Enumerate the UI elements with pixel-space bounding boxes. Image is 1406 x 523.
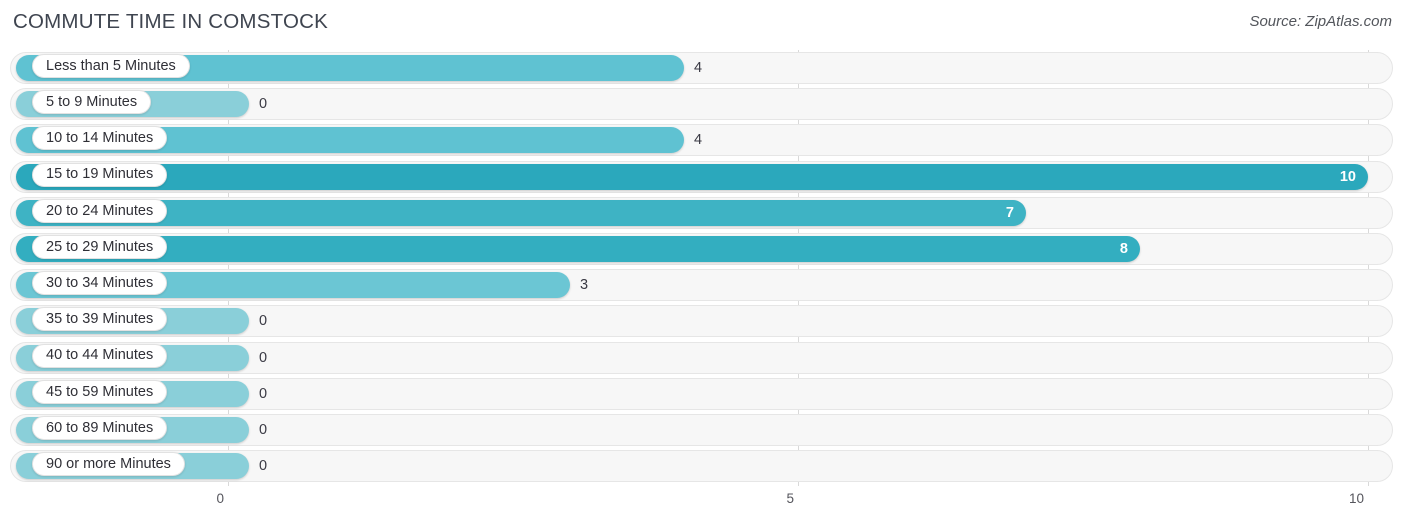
category-label-capsule[interactable]: 5 to 9 Minutes (32, 90, 152, 115)
bar-value-label: 7 (1005, 204, 1014, 221)
source-attribution: Source: ZipAtlas.com (1249, 13, 1392, 30)
bar-value-label: 8 (1119, 241, 1128, 257)
category-label: 35 to 39 Minutes (46, 311, 154, 328)
chart-row[interactable]: 7 20 to 24 Minutes (0, 196, 1406, 229)
bar-value-label: 0 (259, 313, 268, 330)
chart-row[interactable]: 4 10 to 14 Minutes (0, 124, 1406, 157)
chart-row[interactable]: 0 90 or more Minutes (0, 450, 1406, 483)
category-label-capsule[interactable]: 40 to 44 Minutes (32, 343, 168, 368)
value-bar[interactable]: 7 (16, 199, 1026, 226)
category-label-capsule[interactable]: 35 to 39 Minutes (32, 307, 168, 332)
chart-row[interactable]: 0 40 to 44 Minutes (0, 341, 1406, 374)
page-title: COMMUTE TIME IN COMSTOCK (13, 10, 328, 33)
chart-row[interactable]: 10 15 to 19 Minutes (0, 160, 1406, 193)
category-label: 40 to 44 Minutes (46, 347, 154, 364)
category-label: 20 to 24 Minutes (46, 202, 154, 219)
category-label-capsule[interactable]: 60 to 89 Minutes (32, 416, 168, 440)
bar-value-label: 0 (259, 96, 268, 113)
bar-value-label: 0 (259, 349, 268, 366)
bar-value-label: 4 (694, 132, 703, 149)
value-bar[interactable]: 10 (16, 163, 1368, 190)
bar-value-label: 0 (259, 458, 268, 475)
chart-row[interactable]: 8 25 to 29 Minutes (0, 233, 1406, 265)
chart-row[interactable]: 3 30 to 34 Minutes (0, 269, 1406, 302)
x-axis: 0 5 10 (0, 486, 1406, 523)
bar-value-label: 0 (259, 422, 268, 438)
x-tick-label-10: 10 (1348, 491, 1364, 506)
category-label-capsule[interactable]: 45 to 59 Minutes (32, 379, 168, 404)
x-tick-label-5: 5 (786, 491, 794, 506)
value-bar[interactable]: 8 (16, 236, 1140, 262)
category-label-capsule[interactable]: 30 to 34 Minutes (32, 271, 168, 296)
chart-plot-area: 4 Less than 5 Minutes 0 5 to 9 Minutes 4 10 t… (0, 46, 1406, 486)
bar-value-label: 4 (694, 60, 703, 76)
bar-value-label: 0 (259, 385, 268, 402)
category-label-capsule[interactable]: 15 to 19 Minutes (32, 162, 168, 187)
bar-value-label: 10 (1339, 168, 1356, 185)
bar-value-label: 3 (580, 277, 589, 294)
chart-row[interactable]: 0 45 to 59 Minutes (0, 377, 1406, 410)
category-label: 5 to 9 Minutes (46, 93, 138, 110)
chart-row[interactable]: 4 Less than 5 Minutes (0, 52, 1406, 84)
category-label: 30 to 34 Minutes (46, 274, 154, 291)
chart-row[interactable]: 0 35 to 39 Minutes (0, 305, 1406, 338)
category-label: 15 to 19 Minutes (46, 166, 154, 183)
chart-row[interactable]: 0 60 to 89 Minutes (0, 414, 1406, 446)
x-tick-label-0: 0 (216, 491, 224, 506)
category-label-capsule[interactable]: Less than 5 Minutes (32, 54, 190, 78)
category-label-capsule[interactable]: 20 to 24 Minutes (32, 198, 168, 223)
category-label: 90 or more Minutes (46, 455, 171, 472)
category-label-capsule[interactable]: 10 to 14 Minutes (32, 126, 168, 151)
chart-header: COMMUTE TIME IN COMSTOCK Source: ZipAtla… (0, 0, 1406, 46)
category-label: 60 to 89 Minutes (46, 419, 154, 436)
category-label-capsule[interactable]: 25 to 29 Minutes (32, 235, 168, 259)
category-label: 25 to 29 Minutes (46, 238, 154, 255)
category-label: Less than 5 Minutes (46, 57, 176, 74)
category-label-capsule[interactable]: 90 or more Minutes (32, 452, 185, 477)
category-label: 10 to 14 Minutes (46, 130, 154, 147)
chart-row[interactable]: 0 5 to 9 Minutes (0, 88, 1406, 121)
category-label: 45 to 59 Minutes (46, 383, 154, 400)
